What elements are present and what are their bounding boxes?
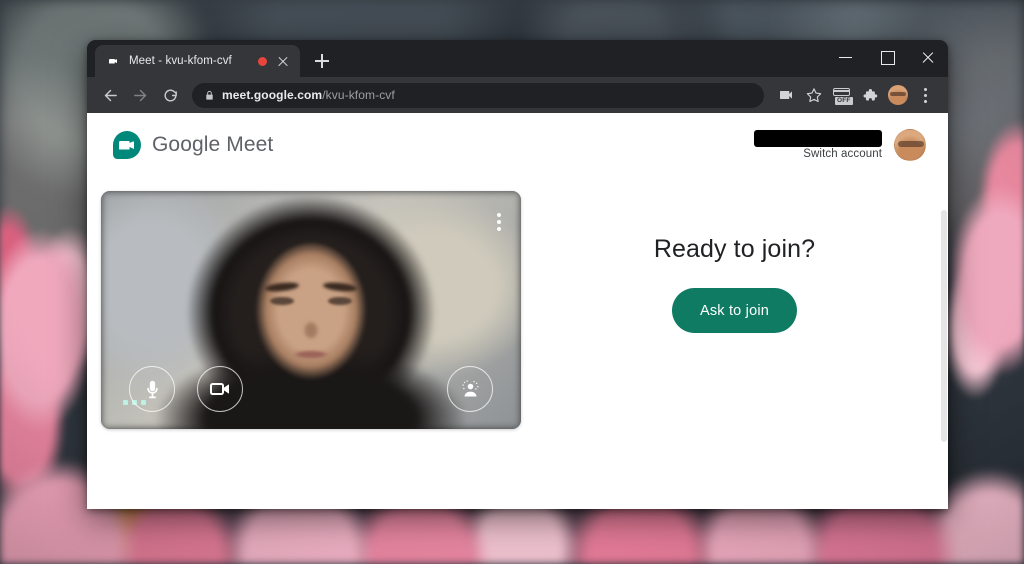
lock-icon bbox=[204, 90, 215, 101]
join-area: Ready to join? Ask to join bbox=[87, 177, 948, 429]
video-camera-icon[interactable] bbox=[772, 82, 799, 109]
preview-controls bbox=[101, 366, 521, 412]
account-block[interactable]: Switch account bbox=[754, 129, 926, 161]
minimize-window-button[interactable] bbox=[825, 40, 866, 73]
window-controls bbox=[825, 40, 948, 73]
browser-tab[interactable]: Meet - kvu-kfom-cvf bbox=[95, 45, 300, 77]
meet-header: Google Meet Switch account bbox=[87, 113, 948, 177]
extensions-puzzle-icon[interactable] bbox=[856, 82, 883, 109]
url-path: /kvu-kfom-cvf bbox=[322, 88, 395, 102]
switch-account-link[interactable]: Switch account bbox=[803, 148, 882, 160]
new-tab-button[interactable] bbox=[308, 47, 336, 75]
ready-to-join-title: Ready to join? bbox=[653, 235, 816, 263]
payment-off-icon[interactable]: OFF bbox=[828, 82, 855, 109]
visual-effects-button[interactable] bbox=[447, 366, 493, 412]
browser-profile-avatar[interactable] bbox=[884, 82, 911, 109]
maximize-window-button[interactable] bbox=[866, 40, 907, 73]
bookmark-star-icon[interactable] bbox=[800, 82, 827, 109]
reload-icon[interactable] bbox=[156, 81, 184, 109]
video-camera-icon bbox=[208, 377, 232, 401]
video-preview-tile[interactable] bbox=[101, 191, 521, 429]
visual-effects-icon bbox=[460, 379, 481, 400]
account-text: Switch account bbox=[754, 130, 882, 160]
scrollbar-thumb[interactable] bbox=[941, 210, 947, 442]
account-avatar[interactable] bbox=[894, 129, 926, 161]
url-domain: meet.google.com bbox=[222, 88, 323, 102]
chrome-browser-window: Meet - kvu-kfom-cvf meet.google.com/kvu-… bbox=[87, 40, 948, 509]
close-tab-icon[interactable] bbox=[275, 53, 291, 69]
tab-title: Meet - kvu-kfom-cvf bbox=[129, 55, 232, 67]
microphone-icon bbox=[142, 379, 163, 400]
recording-dot-icon bbox=[258, 56, 267, 66]
back-icon[interactable] bbox=[96, 81, 124, 109]
meet-brand[interactable]: Google Meet bbox=[113, 131, 273, 159]
payment-off-badge-label: OFF bbox=[835, 96, 853, 105]
join-panel: Ready to join? Ask to join bbox=[521, 191, 948, 333]
forward-icon[interactable] bbox=[126, 81, 154, 109]
desktop-wallpaper: Meet - kvu-kfom-cvf meet.google.com/kvu-… bbox=[0, 0, 1024, 564]
url-text: meet.google.com/kvu-kfom-cvf bbox=[222, 88, 395, 102]
chrome-menu-kebab-icon[interactable] bbox=[912, 82, 939, 109]
page-scrollbar[interactable] bbox=[940, 210, 948, 509]
toolbar-icon-group: OFF bbox=[772, 82, 939, 109]
brand-name: Google Meet bbox=[152, 133, 274, 156]
camera-toggle[interactable] bbox=[197, 366, 243, 412]
google-meet-favicon bbox=[106, 54, 121, 69]
more-options-kebab-icon[interactable] bbox=[497, 213, 501, 231]
close-window-button[interactable] bbox=[907, 40, 948, 73]
microphone-toggle[interactable] bbox=[129, 366, 175, 412]
meet-page: Google Meet Switch account Ready to join… bbox=[87, 113, 948, 509]
google-meet-logo-icon bbox=[113, 131, 141, 159]
ask-to-join-button[interactable]: Ask to join bbox=[671, 288, 798, 333]
address-bar[interactable]: meet.google.com/kvu-kfom-cvf bbox=[192, 82, 764, 108]
browser-toolbar: meet.google.com/kvu-kfom-cvf OFF bbox=[87, 77, 948, 113]
browser-tabstrip: Meet - kvu-kfom-cvf bbox=[87, 40, 948, 77]
account-email-redacted bbox=[754, 130, 882, 147]
